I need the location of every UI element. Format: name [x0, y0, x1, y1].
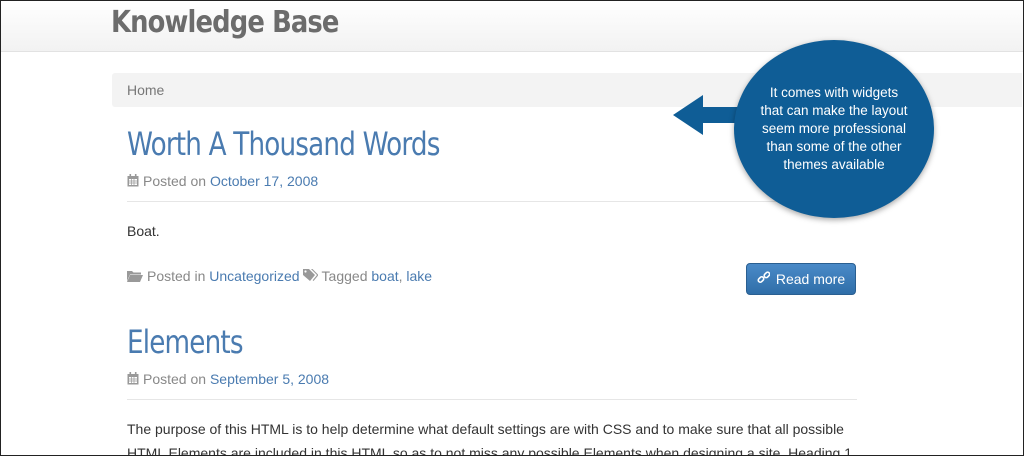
site-header: Knowledge Base [1, 1, 1023, 52]
callout-text: It comes with widgets that can make the … [760, 85, 908, 172]
link-icon [757, 271, 771, 287]
post-title[interactable]: Worth A Thousand Words [127, 125, 440, 163]
tag-separator: , [398, 268, 403, 284]
excerpt-line: HTML Elements are included in this HTML … [127, 445, 852, 456]
post-date-link[interactable]: September 5, 2008 [210, 371, 329, 387]
calendar-icon [127, 372, 139, 388]
calendar-icon [127, 174, 139, 190]
page-frame: Knowledge Base Home Worth A Thousand Wor… [0, 0, 1024, 456]
category-link[interactable]: Uncategorized [209, 268, 299, 284]
breadcrumb-home[interactable]: Home [127, 82, 164, 98]
tag-link-lake[interactable]: lake [406, 268, 432, 284]
tag-link-boat[interactable]: boat [371, 268, 398, 284]
posted-on-label: Posted on [143, 371, 207, 387]
site-title[interactable]: Knowledge Base [111, 5, 339, 40]
post-footer-meta: Posted in Uncategorized Tagged boat, lak… [127, 268, 432, 285]
folder-icon [127, 269, 143, 285]
divider [127, 201, 857, 202]
annotation-callout: It comes with widgets that can make the … [734, 40, 934, 218]
post-date-link[interactable]: October 17, 2008 [210, 173, 318, 189]
tags-icon [302, 269, 319, 285]
post-meta: Posted on October 17, 2008 [127, 173, 318, 190]
tagged-label: Tagged [321, 268, 368, 284]
post-excerpt: The purpose of this HTML is to help dete… [127, 417, 867, 456]
posted-in-label: Posted in [147, 268, 206, 284]
post-title[interactable]: Elements [127, 323, 244, 361]
read-more-label: Read more [775, 271, 846, 287]
excerpt-line: The purpose of this HTML is to help dete… [127, 421, 844, 437]
post-excerpt: Boat. [127, 223, 160, 239]
divider [127, 399, 857, 400]
read-more-button[interactable]: Read more [746, 263, 856, 295]
post-meta: Posted on September 5, 2008 [127, 371, 329, 388]
posted-on-label: Posted on [143, 173, 207, 189]
